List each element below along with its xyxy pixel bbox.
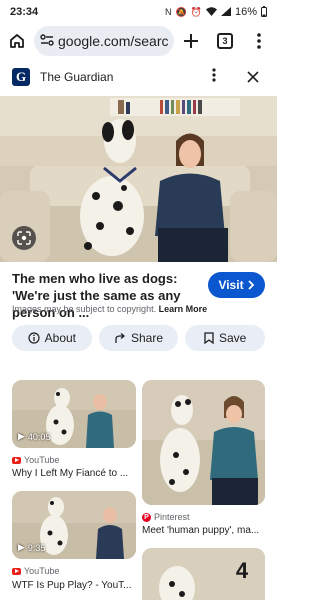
youtube-icon — [12, 456, 21, 464]
related-source: YouTube — [12, 566, 59, 576]
source-name: The Guardian — [40, 70, 114, 84]
bookmark-icon — [204, 332, 214, 344]
action-bar: About Share Save — [12, 325, 266, 351]
play-icon: ▶ — [18, 431, 25, 441]
share-label: Share — [130, 331, 164, 345]
learn-more-link[interactable]: Learn More — [159, 304, 208, 314]
save-label: Save — [219, 331, 247, 345]
more-vert-icon — [212, 67, 216, 82]
video-duration: ▶ 40:05 — [18, 431, 51, 442]
browser-menu-button[interactable] — [248, 30, 270, 52]
video-duration: ▶ 9:35 — [18, 542, 46, 553]
status-icons: N 🔕 ⏰ 16% — [165, 5, 267, 19]
related-thumbnail[interactable]: ▶ 40:05 — [12, 380, 136, 448]
address-bar[interactable]: google.com/search? — [34, 26, 174, 56]
copyright-text: Images may be subject to copyright. — [12, 304, 157, 314]
alarm-icon: ⏰ — [190, 6, 202, 17]
related-source: P Pinterest — [142, 512, 190, 522]
battery-icon — [261, 5, 267, 19]
save-button[interactable]: Save — [185, 325, 266, 351]
related-thumbnail[interactable]: 4 — [142, 548, 265, 600]
nfc-icon: N — [165, 7, 172, 17]
channel4-logo: 4 — [236, 558, 249, 583]
about-button[interactable]: About — [12, 325, 92, 351]
more-vert-icon — [257, 33, 261, 49]
google-lens-button[interactable] — [12, 226, 36, 250]
visit-button[interactable]: Visit — [208, 272, 265, 298]
plus-icon — [184, 34, 198, 48]
new-tab-button[interactable] — [180, 30, 202, 52]
pinterest-icon: P — [142, 512, 151, 522]
play-icon: ▶ — [18, 542, 25, 552]
guardian-logo-icon: G — [12, 68, 30, 86]
about-label: About — [44, 331, 77, 345]
related-thumbnail[interactable]: ▶ 9:35 — [12, 491, 136, 559]
tab-count: 3 — [217, 33, 233, 49]
channel4-thumbnail-image: 4 — [142, 548, 265, 600]
lens-icon — [17, 231, 31, 245]
tab-switcher-button[interactable]: 3 — [214, 30, 236, 52]
related-thumbnail[interactable] — [142, 380, 265, 505]
pin-thumbnail-image — [142, 380, 265, 505]
visit-label: Visit — [218, 278, 244, 292]
url-text: google.com/search? — [58, 33, 168, 49]
share-icon — [115, 333, 125, 343]
signal-icon — [220, 6, 231, 18]
copyright-notice: Images may be subject to copyright. Lear… — [12, 304, 207, 314]
related-title[interactable]: Meet 'human puppy', ma... — [142, 525, 265, 536]
close-button[interactable] — [241, 67, 265, 88]
share-button[interactable]: Share — [98, 325, 179, 351]
hero-photo — [0, 96, 277, 262]
site-settings-icon[interactable] — [40, 33, 54, 49]
home-icon — [10, 34, 24, 48]
info-icon — [28, 332, 40, 344]
source-header: G The Guardian — [0, 60, 277, 94]
related-source: YouTube — [12, 455, 59, 465]
battery-level: 16% — [234, 6, 257, 18]
wifi-icon — [205, 6, 217, 18]
more-options-button[interactable] — [207, 67, 221, 87]
youtube-icon — [12, 567, 21, 575]
hero-image[interactable] — [0, 96, 277, 262]
close-icon — [247, 70, 259, 83]
related-title[interactable]: Why I Left My Fiancé to ... — [12, 468, 136, 479]
home-button[interactable] — [6, 30, 28, 52]
related-title[interactable]: WTF Is Pup Play? - YouT... — [12, 580, 136, 591]
status-bar: 23:34 N 🔕 ⏰ 16% — [0, 0, 277, 24]
mute-icon: 🔕 — [175, 6, 187, 17]
chevron-right-icon — [247, 280, 254, 290]
browser-toolbar: google.com/search? 3 — [0, 24, 277, 58]
status-time: 23:34 — [10, 6, 39, 18]
